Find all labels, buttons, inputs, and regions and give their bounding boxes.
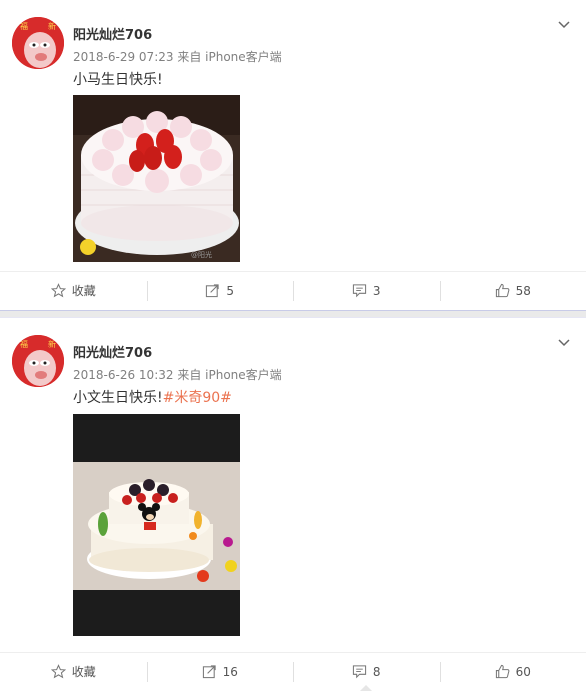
chevron-down-icon[interactable] — [556, 16, 572, 32]
comment-icon — [352, 664, 367, 679]
post-source: 来自 iPhone客户端 — [177, 368, 281, 382]
post-text-body: 小马生日快乐! — [73, 72, 163, 88]
comment-count: 8 — [373, 665, 381, 679]
post-image[interactable]: @阳光 — [73, 95, 240, 262]
like-count: 60 — [516, 665, 531, 679]
post-card: 福 新 阳光灿烂706 2018-6-26 10:32 来自 iPhone客户端… — [0, 318, 586, 690]
thumbs-up-icon — [495, 664, 510, 679]
chevron-down-icon[interactable] — [556, 334, 572, 350]
favorite-button[interactable]: 收藏 — [0, 272, 147, 309]
like-count: 58 — [516, 284, 531, 298]
avatar[interactable]: 福 新 — [12, 17, 64, 69]
comment-button[interactable]: 8 — [293, 653, 440, 690]
repost-icon — [202, 664, 217, 679]
thumbs-up-icon — [495, 283, 510, 298]
post-separator — [0, 310, 586, 318]
post-time[interactable]: 2018-6-29 07:23 — [73, 50, 174, 64]
post-meta: 2018-6-29 07:23 来自 iPhone客户端 — [73, 48, 282, 65]
like-button[interactable]: 58 — [440, 272, 586, 309]
post-source: 来自 iPhone客户端 — [177, 50, 281, 64]
star-icon — [51, 283, 66, 298]
comment-button[interactable]: 3 — [293, 272, 440, 309]
post-text-body: 小文生日快乐! — [73, 390, 163, 406]
favorite-button[interactable]: 收藏 — [0, 653, 147, 690]
comment-icon — [352, 283, 367, 298]
svg-text:福: 福 — [20, 340, 28, 349]
favorite-label: 收藏 — [72, 282, 96, 299]
svg-text:新: 新 — [48, 339, 56, 349]
post-text: 小马生日快乐! — [73, 69, 163, 89]
post-text: 小文生日快乐!#米奇90# — [73, 387, 232, 407]
topic-link[interactable]: #米奇90# — [163, 390, 232, 406]
action-bar: 收藏 16 8 60 — [0, 652, 586, 690]
repost-button[interactable]: 5 — [147, 272, 294, 309]
post-meta: 2018-6-26 10:32 来自 iPhone客户端 — [73, 366, 282, 383]
like-button[interactable]: 60 — [440, 653, 586, 690]
star-icon — [51, 664, 66, 679]
post-image[interactable] — [73, 414, 240, 636]
repost-count: 5 — [226, 284, 234, 298]
post-card: 福 新 阳光灿烂706 2018-6-29 07:23 来自 iPhone客户端… — [0, 0, 586, 310]
user-name[interactable]: 阳光灿烂706 — [73, 342, 152, 361]
avatar[interactable]: 福 新 — [12, 335, 64, 387]
user-name[interactable]: 阳光灿烂706 — [73, 24, 152, 43]
repost-icon — [205, 283, 220, 298]
svg-text:福: 福 — [20, 22, 28, 31]
repost-count: 16 — [223, 665, 238, 679]
action-bar: 收藏 5 3 58 — [0, 271, 586, 309]
comment-expanded-caret — [360, 685, 372, 691]
svg-text:新: 新 — [48, 21, 56, 31]
repost-button[interactable]: 16 — [147, 653, 294, 690]
comment-count: 3 — [373, 284, 381, 298]
favorite-label: 收藏 — [72, 663, 96, 680]
post-time[interactable]: 2018-6-26 10:32 — [73, 368, 174, 382]
image-watermark: @阳光 — [191, 250, 212, 259]
